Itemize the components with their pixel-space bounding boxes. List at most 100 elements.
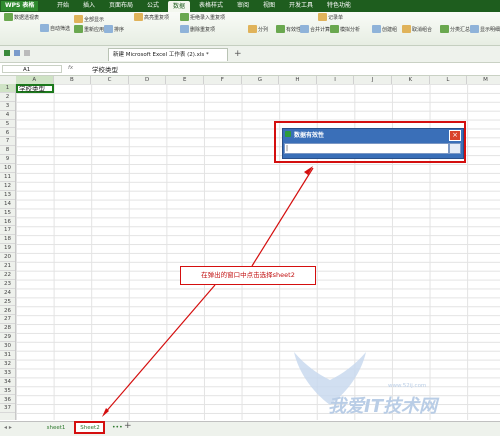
menu-item-2[interactable]: 插入 — [78, 0, 100, 12]
ribbon-item-11[interactable]: 合并计算 — [310, 26, 330, 33]
ribbon-icon-8[interactable] — [180, 25, 189, 33]
ribbon-item-12[interactable]: 记录单 — [328, 14, 343, 21]
row-36[interactable]: 36 — [0, 396, 15, 405]
ribbon-icon-14[interactable] — [372, 25, 381, 33]
ribbon-icon-3[interactable] — [74, 15, 83, 23]
sheet-tab-sheet1[interactable]: sheet1 — [40, 423, 72, 433]
row-24[interactable]: 24 — [0, 289, 15, 298]
ribbon-item-6[interactable]: 高亮重复项 — [144, 14, 169, 21]
ribbon-item-13[interactable]: 模拟分析 — [340, 26, 360, 33]
ribbon-item-14[interactable]: 创建组 — [382, 26, 397, 33]
row-16[interactable]: 16 — [0, 218, 15, 227]
row-4[interactable]: 4 — [0, 111, 15, 120]
column-M[interactable]: M — [467, 76, 500, 84]
annotation-label: 在弹出的窗口中点击选择sheet2 — [180, 266, 316, 285]
row-23[interactable]: 23 — [0, 280, 15, 289]
row-28[interactable]: 28 — [0, 324, 15, 334]
row-35[interactable]: 35 — [0, 387, 15, 396]
more-sheets-icon[interactable]: ••• — [112, 424, 123, 431]
row-9[interactable]: 9 — [0, 155, 15, 165]
sheet2-highlight-box — [74, 421, 105, 434]
row-22[interactable]: 22 — [0, 271, 15, 280]
ribbon-icon-1[interactable] — [4, 13, 13, 21]
menu-item-10[interactable]: 特色功能 — [322, 0, 356, 12]
ribbon-icon-2[interactable] — [40, 24, 49, 32]
row-15[interactable]: 15 — [0, 209, 15, 218]
ribbon-item-16[interactable]: 分类汇总 — [450, 26, 470, 33]
ribbon-icon-12[interactable] — [318, 13, 327, 21]
ribbon-item-9[interactable]: 分列 — [258, 26, 268, 33]
menu-item-1[interactable]: 开始 — [52, 0, 74, 12]
ribbon-item-4[interactable]: 重新应用 — [84, 26, 104, 33]
menu-item-8[interactable]: 视图 — [258, 0, 280, 12]
row-13[interactable]: 13 — [0, 191, 15, 200]
row-19[interactable]: 19 — [0, 244, 15, 254]
column-E[interactable]: E — [166, 76, 204, 84]
column-C[interactable]: C — [91, 76, 129, 84]
add-sheet-icon[interactable]: + — [124, 421, 132, 431]
column-L[interactable]: L — [430, 76, 468, 84]
ribbon-icon-4[interactable] — [74, 25, 83, 33]
row-25[interactable]: 25 — [0, 298, 15, 307]
menu-item-9[interactable]: 开发工具 — [284, 0, 318, 12]
row-20[interactable]: 20 — [0, 253, 15, 262]
menu-item-3[interactable]: 页面布局 — [104, 0, 138, 12]
row-31[interactable]: 31 — [0, 351, 15, 360]
menu-item-4[interactable]: 公式 — [142, 0, 164, 12]
ribbon-icon-17[interactable] — [470, 25, 479, 33]
sheet-nav-icon[interactable]: ◂ ▸ — [4, 424, 12, 431]
row-37[interactable]: 37 — [0, 404, 15, 414]
column-D[interactable]: D — [129, 76, 167, 84]
ribbon-item-1[interactable]: 数据透视表 — [14, 14, 39, 21]
ribbon-icon-16[interactable] — [440, 25, 449, 33]
row-12[interactable]: 12 — [0, 182, 15, 191]
ribbon-icon-11[interactable] — [300, 25, 309, 33]
ribbon-item-3[interactable]: 全部显示 — [84, 16, 104, 23]
menu-item-6[interactable]: 表格样式 — [194, 0, 228, 12]
menu-item-7[interactable]: 审阅 — [232, 0, 254, 12]
row-7[interactable]: 7 — [0, 137, 15, 147]
ribbon-icon-6[interactable] — [134, 13, 143, 21]
column-B[interactable]: B — [54, 76, 92, 84]
column-K[interactable]: K — [392, 76, 430, 84]
ribbon-item-2[interactable]: 自动筛选 — [50, 25, 70, 32]
row-6[interactable]: 6 — [0, 129, 15, 138]
ribbon-icon-9[interactable] — [248, 25, 257, 33]
row-17[interactable]: 17 — [0, 226, 15, 236]
ribbon-icon-15[interactable] — [402, 25, 411, 33]
row-29[interactable]: 29 — [0, 333, 15, 343]
ribbon-item-5[interactable]: 排序 — [114, 26, 124, 33]
ribbon-item-15[interactable]: 取消组合 — [412, 26, 432, 33]
ribbon-icon-5[interactable] — [104, 25, 113, 33]
column-F[interactable]: F — [204, 76, 242, 84]
row-2[interactable]: 2 — [0, 93, 15, 102]
column-A[interactable]: A — [16, 76, 54, 84]
ribbon-icon-10[interactable] — [276, 25, 285, 33]
row-27[interactable]: 27 — [0, 315, 15, 325]
row-30[interactable]: 30 — [0, 342, 15, 351]
menu-item-5[interactable]: 数据 — [168, 1, 190, 12]
row-32[interactable]: 32 — [0, 360, 15, 369]
column-J[interactable]: J — [354, 76, 392, 84]
row-11[interactable]: 11 — [0, 173, 15, 182]
row-5[interactable]: 5 — [0, 120, 15, 129]
row-10[interactable]: 10 — [0, 164, 15, 173]
ribbon-item-8[interactable]: 删除重复项 — [190, 26, 215, 33]
row-33[interactable]: 33 — [0, 369, 15, 378]
ribbon-icon-7[interactable] — [180, 13, 189, 21]
row-3[interactable]: 3 — [0, 102, 15, 111]
column-I[interactable]: I — [317, 76, 355, 84]
row-21[interactable]: 21 — [0, 262, 15, 271]
row-26[interactable]: 26 — [0, 307, 15, 316]
ribbon-item-17[interactable]: 显示明细数据 — [480, 26, 500, 33]
row-1[interactable]: 1 — [0, 84, 15, 93]
ribbon-item-7[interactable]: 拒绝录入重复项 — [190, 14, 225, 21]
row-34[interactable]: 34 — [0, 378, 15, 387]
column-H[interactable]: H — [279, 76, 317, 84]
row-8[interactable]: 8 — [0, 146, 15, 156]
row-14[interactable]: 14 — [0, 200, 15, 209]
ribbon-icon-13[interactable] — [330, 25, 339, 33]
row-18[interactable]: 18 — [0, 235, 15, 245]
column-G[interactable]: G — [242, 76, 280, 84]
ribbon-item-10[interactable]: 有效性 — [286, 26, 301, 33]
